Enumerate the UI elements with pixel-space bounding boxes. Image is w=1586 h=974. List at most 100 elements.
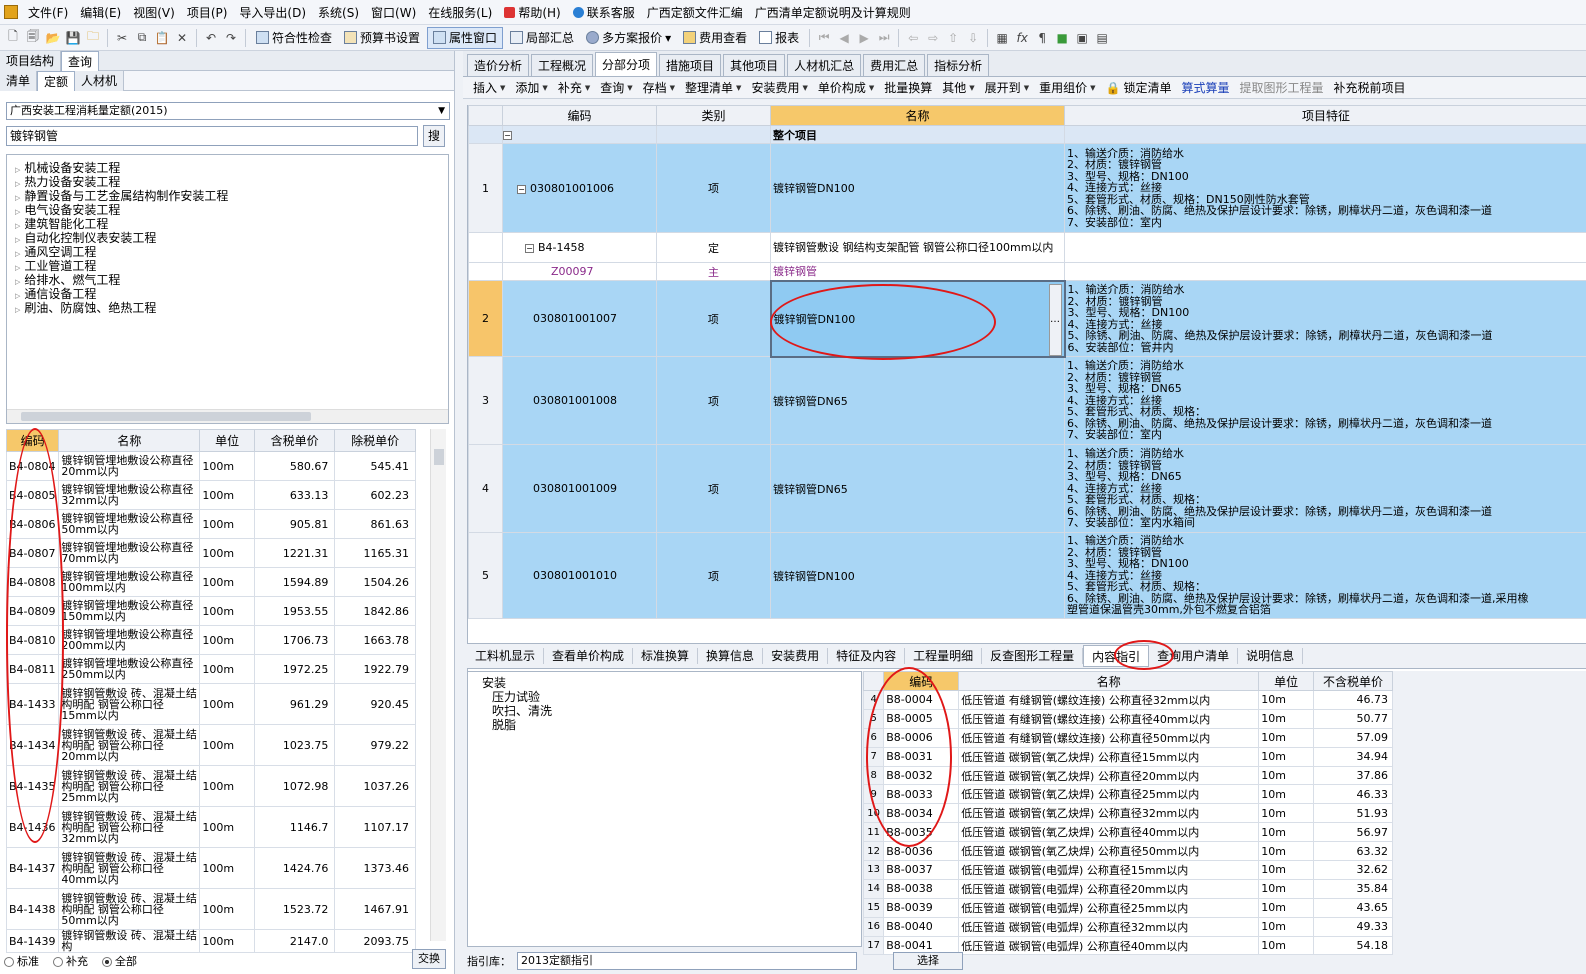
- table-row[interactable]: 12 B8-0036 低压管道 碳钢管(氧乙炔焊) 公称直径50mm以内 10m 63.…: [862, 841, 1394, 862]
- collapse-cell[interactable]: −: [502, 125, 657, 144]
- tab-labor-material[interactable]: 人材机: [75, 71, 125, 91]
- menu-gx-rules[interactable]: 广西清单定额说明及计算规则: [749, 4, 917, 21]
- cut-icon[interactable]: ✂: [113, 29, 131, 47]
- expand-triangle-icon[interactable]: ▷: [15, 264, 20, 272]
- first-icon[interactable]: ⏮: [815, 29, 833, 47]
- guide-library-input[interactable]: 2013定额指引: [517, 952, 857, 970]
- grid-subrow[interactable]: − B4-1458 定镀锌钢管敷设 钢结构支架配管 钢管公称口径100mm以内: [468, 232, 1586, 263]
- quota-library-select[interactable]: 广西安装工程消耗量定额(2015) ▼: [6, 102, 450, 120]
- paste-icon[interactable]: 📋: [153, 29, 171, 47]
- arrow-right-icon[interactable]: ⇨: [924, 29, 942, 47]
- arrow-left-icon[interactable]: ⇦: [904, 29, 922, 47]
- table-row[interactable]: 8 B8-0032 低压管道 碳钢管(氧乙炔焊) 公称直径20mm以内 10m 37.8…: [862, 765, 1394, 786]
- expand-triangle-icon[interactable]: ▷: [15, 166, 20, 174]
- swap-button[interactable]: 交换: [412, 949, 446, 969]
- right-tool-button-4[interactable]: 存档 ▼: [639, 79, 679, 96]
- col-unit[interactable]: 单位: [1258, 671, 1314, 691]
- fee-check-button[interactable]: 费用查看: [678, 27, 752, 49]
- table-row[interactable]: B4-0805 镀锌钢管埋地敷设公称直径32mm以内 100m 633.13 602.2…: [5, 480, 416, 510]
- tab-right-0[interactable]: 造价分析: [467, 54, 530, 76]
- right-tool-button-10[interactable]: 展开到 ▼: [981, 79, 1033, 96]
- table-row[interactable]: 5 B8-0005 低压管道 有缝钢管(螺纹连接) 公称直径40mm以内 10m 50.…: [862, 708, 1394, 729]
- cube-icon[interactable]: ■: [1053, 29, 1071, 47]
- tab-right-1[interactable]: 工程概况: [531, 54, 594, 76]
- tab-bottom-9[interactable]: 查询用户清单: [1149, 648, 1239, 664]
- redo-icon[interactable]: ↷: [222, 29, 240, 47]
- collapse-icon[interactable]: −: [517, 184, 526, 194]
- table-row[interactable]: B4-1435 镀锌钢管敷设 砖、混凝土结构明配 钢管公称口径25mm以内 100m…: [5, 765, 416, 807]
- property-window-button[interactable]: 属性窗口: [427, 26, 504, 49]
- image-icon[interactable]: ▣: [1073, 29, 1091, 47]
- table-row[interactable]: 14 B8-0038 低压管道 碳钢管(电弧焊) 公称直径20mm以内 10m 35.8…: [862, 878, 1394, 899]
- table-row[interactable]: 15 B8-0039 低压管道 碳钢管(电弧焊) 公称直径25mm以内 10m 43.6…: [862, 897, 1394, 918]
- menu-online-service[interactable]: 在线服务(L): [422, 4, 498, 21]
- grid-row[interactable]: 1−030801001006 项镀锌钢管DN100 1、输送介质：消防给水 2、材质：…: [468, 143, 1586, 233]
- quota-vertical-scrollbar[interactable]: [430, 429, 446, 941]
- right-tool-button-15[interactable]: 补充税前项目: [1329, 79, 1409, 96]
- tab-right-6[interactable]: 费用汇总: [863, 54, 926, 76]
- tab-quota[interactable]: 定额: [37, 71, 76, 91]
- bill-features[interactable]: [1064, 262, 1586, 281]
- tab-right-5[interactable]: 人材机汇总: [787, 54, 862, 76]
- col-features[interactable]: 项目特征: [1064, 105, 1586, 126]
- table-row[interactable]: B4-1437 镀锌钢管敷设 砖、混凝土结构明配 钢管公称口径40mm以内 100m…: [5, 847, 416, 889]
- ellipsis-button[interactable]: …: [1048, 283, 1062, 356]
- bill-features[interactable]: 1、输送介质：消防给水 2、材质：镀锌钢管 3、型号、规格：DN100 4、连接方式：…: [1064, 280, 1586, 357]
- tab-bottom-8[interactable]: 内容指引: [1083, 645, 1150, 667]
- guide-tree-node[interactable]: 安装: [482, 676, 847, 690]
- table-row[interactable]: B4-0806 镀锌钢管埋地敷设公称直径50mm以内 100m 905.81 861.6…: [5, 509, 416, 539]
- guide-tree-node[interactable]: 脱脂: [482, 718, 847, 732]
- bill-name[interactable]: 镀锌钢管DN100: [770, 143, 1065, 233]
- right-tool-button-2[interactable]: 补充 ▼: [554, 79, 594, 96]
- report-button[interactable]: 报表: [754, 27, 804, 49]
- table-row[interactable]: B4-0810 镀锌钢管埋地敷设公称直径200mm以内 100m 1706.73 166…: [5, 625, 416, 655]
- menu-file[interactable]: 文件(F): [22, 4, 74, 21]
- col-notax-price[interactable]: 除税单价: [334, 429, 416, 452]
- tree-node[interactable]: ▷ 通风空调工程: [7, 245, 448, 259]
- grid-row-whole[interactable]: − 整个项目: [468, 125, 1586, 144]
- tree-node[interactable]: ▷ 工业管道工程: [7, 259, 448, 273]
- expand-triangle-icon[interactable]: ▷: [15, 208, 20, 216]
- tab-right-2[interactable]: 分部分项: [595, 52, 658, 76]
- grid-row[interactable]: 4 030801001009 项镀锌钢管DN65 1、输送介质：消防给水 2、材质：镀锌…: [468, 444, 1586, 533]
- scroll-thumb[interactable]: [434, 449, 444, 465]
- right-tool-button-12[interactable]: 🔒 锁定清单: [1101, 79, 1175, 96]
- expand-triangle-icon[interactable]: ▷: [15, 292, 20, 300]
- table-row[interactable]: B4-1433 镀锌钢管敷设 砖、混凝土结构明配 钢管公称口径15mm以内 100m…: [5, 683, 416, 725]
- tree-node[interactable]: ▷ 建筑智能化工程: [7, 217, 448, 231]
- delete-icon[interactable]: ✕: [173, 29, 191, 47]
- table-row[interactable]: B4-1434 镀锌钢管敷设 砖、混凝土结构明配 钢管公称口径20mm以内 100m…: [5, 724, 416, 766]
- tab-bottom-4[interactable]: 安装费用: [763, 648, 829, 664]
- menu-view[interactable]: 视图(V): [127, 4, 181, 21]
- bill-name[interactable]: 镀锌钢管DN65: [770, 356, 1065, 445]
- bill-name[interactable]: 镀锌钢管DN65: [770, 444, 1065, 533]
- copy-icon[interactable]: ⧉: [133, 29, 151, 47]
- tab-right-7[interactable]: 指标分析: [927, 54, 990, 76]
- tree-node[interactable]: ▷ 给排水、燃气工程: [7, 273, 448, 287]
- partial-summary-button[interactable]: 局部汇总: [505, 27, 579, 49]
- scroll-thumb[interactable]: [21, 412, 311, 421]
- tree-node[interactable]: ▷ 自动化控制仪表安装工程: [7, 231, 448, 245]
- expand-triangle-icon[interactable]: ▷: [15, 194, 20, 202]
- tab-bottom-10[interactable]: 说明信息: [1238, 648, 1304, 664]
- menu-edit[interactable]: 编辑(E): [74, 4, 127, 21]
- multi-plan-button[interactable]: 多方案报价 ▾: [581, 27, 676, 49]
- last-icon[interactable]: ⏭: [875, 29, 893, 47]
- arrow-up-icon[interactable]: ⇧: [944, 29, 962, 47]
- tab-bottom-2[interactable]: 标准换算: [633, 648, 699, 664]
- right-tool-button-1[interactable]: 添加 ▼: [511, 79, 551, 96]
- search-button[interactable]: 搜: [423, 125, 445, 147]
- bill-code-cell[interactable]: 030801001010: [502, 532, 657, 619]
- table-row[interactable]: 13 B8-0037 低压管道 碳钢管(电弧焊) 公称直径15mm以内 10m 32.6…: [862, 860, 1394, 880]
- grid-row[interactable]: 2 030801001007 项镀锌钢管DN100 … 1、输送介质：消防给水 2、材质：…: [468, 279, 1586, 358]
- table-row[interactable]: 7 B8-0031 低压管道 碳钢管(氧乙炔焊) 公称直径15mm以内 10m 34.9…: [862, 746, 1394, 767]
- grid-subrow[interactable]: Z00097 主镀锌钢管: [468, 262, 1586, 281]
- open-folder-icon[interactable]: 📂: [44, 29, 62, 47]
- col-code[interactable]: 编码: [502, 105, 657, 126]
- menu-import-export[interactable]: 导入导出(D): [233, 4, 312, 21]
- tab-bottom-6[interactable]: 工程量明细: [905, 648, 983, 664]
- menu-customer-service[interactable]: 联系客服: [567, 4, 641, 21]
- tree-node[interactable]: ▷ 电气设备安装工程: [7, 203, 448, 217]
- bill-code-cell[interactable]: Z00097: [502, 262, 657, 281]
- tree-node[interactable]: ▷ 通信设备工程: [7, 287, 448, 301]
